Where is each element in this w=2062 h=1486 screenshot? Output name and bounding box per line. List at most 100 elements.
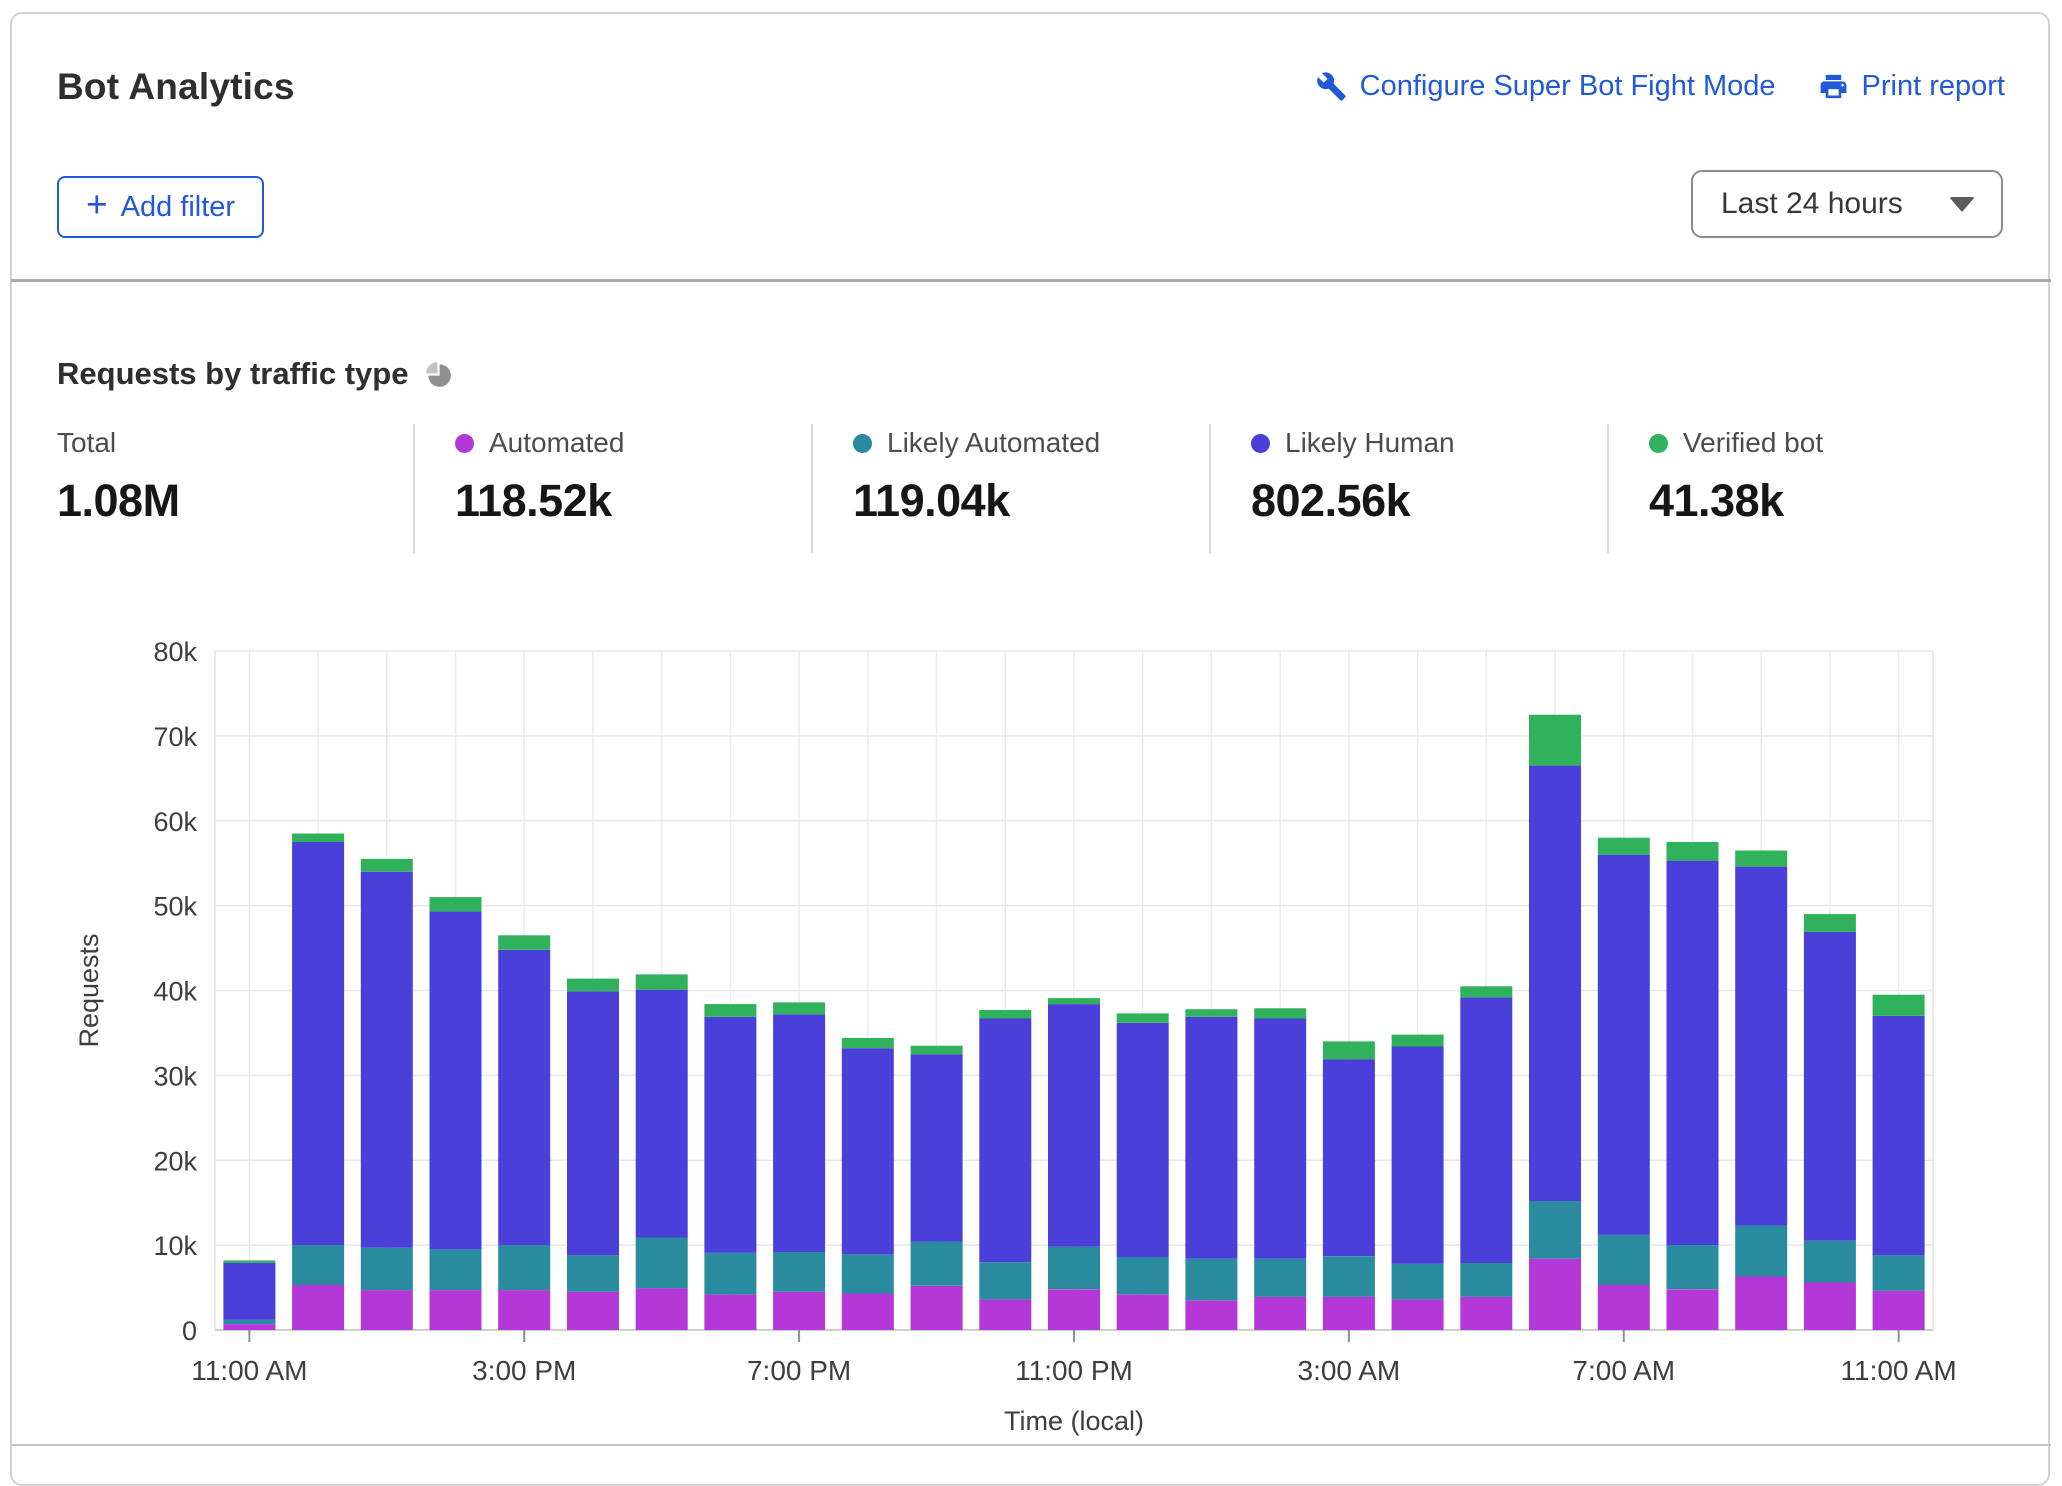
likely-human-bar-segment[interactable] bbox=[1392, 1047, 1444, 1264]
likely-human-bar-segment[interactable] bbox=[1117, 1023, 1169, 1257]
configure-super-bot-fight-mode-link[interactable]: Configure Super Bot Fight Mode bbox=[1316, 70, 1776, 103]
automated-bar-segment[interactable] bbox=[1804, 1283, 1856, 1331]
likely-automated-bar-segment[interactable] bbox=[292, 1245, 344, 1285]
likely-automated-bar-segment[interactable] bbox=[1323, 1256, 1375, 1297]
likely-automated-bar-segment[interactable] bbox=[567, 1255, 619, 1292]
print-report-link[interactable]: Print report bbox=[1818, 70, 2005, 103]
likely-automated-bar-segment[interactable] bbox=[704, 1253, 756, 1295]
verified-bot-bar-segment[interactable] bbox=[1323, 1041, 1375, 1059]
add-filter-button[interactable]: + Add filter bbox=[57, 176, 264, 238]
automated-bar-segment[interactable] bbox=[1667, 1289, 1719, 1330]
likely-automated-bar-segment[interactable] bbox=[1254, 1259, 1306, 1297]
likely-human-bar-segment[interactable] bbox=[292, 842, 344, 1245]
likely-human-bar-segment[interactable] bbox=[1185, 1017, 1237, 1259]
likely-automated-bar-segment[interactable] bbox=[1392, 1264, 1444, 1300]
automated-bar-segment[interactable] bbox=[1873, 1291, 1925, 1330]
likely-human-bar-segment[interactable] bbox=[1667, 861, 1719, 1246]
automated-bar-segment[interactable] bbox=[223, 1324, 275, 1330]
verified-bot-bar-segment[interactable] bbox=[1735, 851, 1787, 867]
likely-human-bar-segment[interactable] bbox=[361, 872, 413, 1248]
verified-bot-bar-segment[interactable] bbox=[1460, 986, 1512, 997]
automated-bar-segment[interactable] bbox=[842, 1294, 894, 1331]
automated-bar-segment[interactable] bbox=[1392, 1299, 1444, 1330]
likely-human-bar-segment[interactable] bbox=[498, 950, 550, 1245]
verified-bot-bar-segment[interactable] bbox=[1529, 715, 1581, 766]
verified-bot-bar-segment[interactable] bbox=[636, 974, 688, 989]
verified-bot-bar-segment[interactable] bbox=[1185, 1009, 1237, 1017]
automated-bar-segment[interactable] bbox=[1185, 1300, 1237, 1330]
verified-bot-bar-segment[interactable] bbox=[1598, 838, 1650, 855]
automated-bar-segment[interactable] bbox=[1529, 1259, 1581, 1330]
verified-bot-bar-segment[interactable] bbox=[842, 1038, 894, 1048]
likely-automated-bar-segment[interactable] bbox=[1804, 1241, 1856, 1283]
likely-human-bar-segment[interactable] bbox=[911, 1054, 963, 1242]
automated-bar-segment[interactable] bbox=[361, 1290, 413, 1330]
likely-human-bar-segment[interactable] bbox=[1529, 766, 1581, 1201]
likely-automated-bar-segment[interactable] bbox=[1460, 1263, 1512, 1297]
verified-bot-bar-segment[interactable] bbox=[1254, 1008, 1306, 1018]
likely-automated-bar-segment[interactable] bbox=[1185, 1259, 1237, 1301]
verified-bot-bar-segment[interactable] bbox=[1804, 914, 1856, 932]
automated-bar-segment[interactable] bbox=[1323, 1297, 1375, 1330]
verified-bot-bar-segment[interactable] bbox=[1392, 1035, 1444, 1047]
verified-bot-bar-segment[interactable] bbox=[704, 1004, 756, 1017]
verified-bot-bar-segment[interactable] bbox=[430, 897, 482, 911]
likely-human-bar-segment[interactable] bbox=[1735, 867, 1787, 1226]
verified-bot-bar-segment[interactable] bbox=[1048, 998, 1100, 1004]
likely-human-bar-segment[interactable] bbox=[1254, 1019, 1306, 1259]
likely-automated-bar-segment[interactable] bbox=[1667, 1245, 1719, 1289]
likely-human-bar-segment[interactable] bbox=[430, 912, 482, 1250]
likely-automated-bar-segment[interactable] bbox=[979, 1262, 1031, 1299]
automated-bar-segment[interactable] bbox=[911, 1286, 963, 1330]
automated-bar-segment[interactable] bbox=[1735, 1277, 1787, 1331]
likely-automated-bar-segment[interactable] bbox=[361, 1248, 413, 1290]
likely-human-bar-segment[interactable] bbox=[1598, 855, 1650, 1235]
verified-bot-bar-segment[interactable] bbox=[911, 1046, 963, 1055]
likely-human-bar-segment[interactable] bbox=[636, 990, 688, 1238]
time-range-select[interactable]: Last 24 hours bbox=[1691, 170, 2003, 238]
automated-bar-segment[interactable] bbox=[430, 1290, 482, 1330]
automated-bar-segment[interactable] bbox=[292, 1285, 344, 1330]
verified-bot-bar-segment[interactable] bbox=[773, 1002, 825, 1014]
automated-bar-segment[interactable] bbox=[1598, 1285, 1650, 1330]
likely-automated-bar-segment[interactable] bbox=[223, 1320, 275, 1324]
likely-automated-bar-segment[interactable] bbox=[1048, 1247, 1100, 1289]
verified-bot-bar-segment[interactable] bbox=[567, 979, 619, 992]
verified-bot-bar-segment[interactable] bbox=[1117, 1013, 1169, 1022]
likely-automated-bar-segment[interactable] bbox=[1598, 1235, 1650, 1285]
automated-bar-segment[interactable] bbox=[1460, 1297, 1512, 1330]
likely-automated-bar-segment[interactable] bbox=[636, 1238, 688, 1289]
likely-automated-bar-segment[interactable] bbox=[498, 1245, 550, 1290]
verified-bot-bar-segment[interactable] bbox=[498, 935, 550, 949]
likely-automated-bar-segment[interactable] bbox=[1735, 1226, 1787, 1277]
automated-bar-segment[interactable] bbox=[704, 1294, 756, 1330]
verified-bot-bar-segment[interactable] bbox=[223, 1260, 275, 1263]
verified-bot-bar-segment[interactable] bbox=[979, 1010, 1031, 1019]
likely-human-bar-segment[interactable] bbox=[567, 991, 619, 1255]
automated-bar-segment[interactable] bbox=[1117, 1294, 1169, 1330]
verified-bot-bar-segment[interactable] bbox=[1873, 995, 1925, 1016]
likely-automated-bar-segment[interactable] bbox=[911, 1242, 963, 1286]
likely-automated-bar-segment[interactable] bbox=[1117, 1257, 1169, 1294]
likely-automated-bar-segment[interactable] bbox=[842, 1255, 894, 1294]
automated-bar-segment[interactable] bbox=[1254, 1297, 1306, 1330]
likely-automated-bar-segment[interactable] bbox=[1873, 1255, 1925, 1291]
automated-bar-segment[interactable] bbox=[773, 1292, 825, 1330]
verified-bot-bar-segment[interactable] bbox=[292, 834, 344, 843]
likely-automated-bar-segment[interactable] bbox=[430, 1249, 482, 1290]
verified-bot-bar-segment[interactable] bbox=[1667, 842, 1719, 861]
likely-human-bar-segment[interactable] bbox=[773, 1014, 825, 1252]
likely-human-bar-segment[interactable] bbox=[1048, 1004, 1100, 1247]
automated-bar-segment[interactable] bbox=[1048, 1289, 1100, 1330]
likely-human-bar-segment[interactable] bbox=[223, 1263, 275, 1320]
likely-human-bar-segment[interactable] bbox=[1460, 997, 1512, 1263]
likely-automated-bar-segment[interactable] bbox=[773, 1252, 825, 1292]
automated-bar-segment[interactable] bbox=[498, 1290, 550, 1330]
likely-human-bar-segment[interactable] bbox=[842, 1048, 894, 1254]
likely-human-bar-segment[interactable] bbox=[1873, 1016, 1925, 1255]
likely-human-bar-segment[interactable] bbox=[979, 1019, 1031, 1263]
automated-bar-segment[interactable] bbox=[567, 1292, 619, 1330]
verified-bot-bar-segment[interactable] bbox=[361, 859, 413, 872]
likely-human-bar-segment[interactable] bbox=[1323, 1059, 1375, 1256]
automated-bar-segment[interactable] bbox=[636, 1288, 688, 1330]
